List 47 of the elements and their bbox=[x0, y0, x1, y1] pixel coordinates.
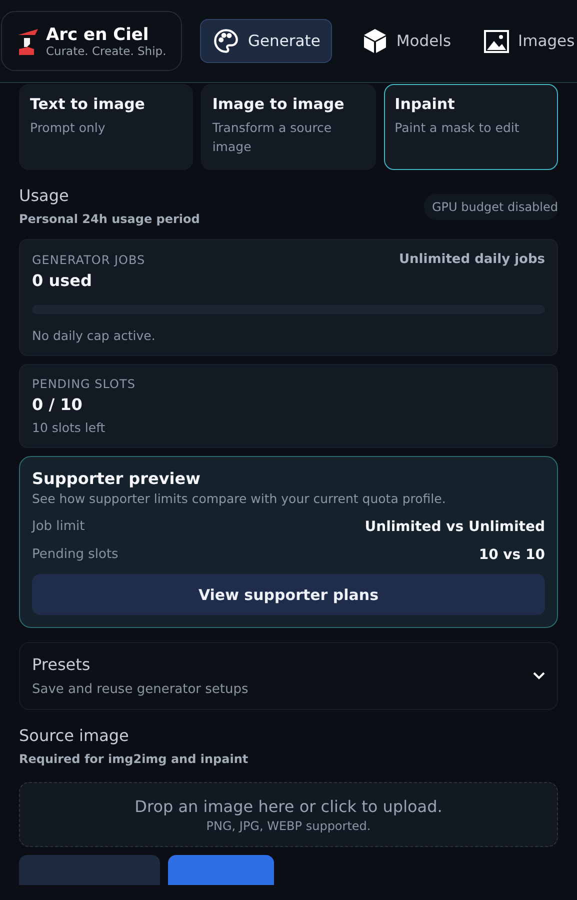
mode-description: Transform a source image bbox=[212, 119, 333, 156]
chevron-icon bbox=[533, 672, 545, 680]
section-subtitle: Personal 24h usage period bbox=[19, 212, 200, 226]
card-title: Supporter preview bbox=[32, 469, 202, 488]
limit-value: 10 vs 10 bbox=[478, 547, 545, 563]
palette-icon bbox=[213, 28, 239, 54]
nav-tab[interactable]: Models bbox=[350, 19, 464, 63]
upload-dropzone[interactable]: Drop an image here or click to upload. PNG, JPG, WEBP supported. bbox=[19, 782, 558, 847]
card-label: GENERATOR JOBS bbox=[32, 252, 146, 266]
brand-name: Arc en Ciel bbox=[46, 24, 150, 44]
dropzone-hint: PNG, JPG, WEBP supported. bbox=[206, 818, 371, 832]
button[interactable] bbox=[19, 855, 160, 885]
mode-card[interactable]: Image to image Transform a source image bbox=[201, 84, 376, 170]
mode-title: Text to image bbox=[30, 95, 146, 113]
usage-value: 0 used bbox=[32, 271, 93, 290]
image-icon bbox=[484, 30, 510, 52]
status-badge: GPU budget disabled bbox=[424, 194, 558, 220]
mode-title: Image to image bbox=[212, 95, 346, 113]
button[interactable] bbox=[168, 855, 274, 885]
dropzone-text: Drop an image here or click to upload. bbox=[134, 796, 442, 816]
panel-title: Presets bbox=[32, 655, 92, 674]
plans-button[interactable]: View supporter plans bbox=[32, 574, 545, 615]
limit-text: Unlimited daily jobs bbox=[398, 252, 545, 267]
section-title: Usage bbox=[19, 186, 70, 205]
nav-tab[interactable]: Images bbox=[471, 19, 577, 63]
limit-label: Job limit bbox=[32, 519, 85, 535]
mode-card[interactable]: Inpaint Paint a mask to edit bbox=[384, 84, 558, 170]
mode-description: Paint a mask to edit bbox=[394, 119, 520, 137]
limit-value: Unlimited vs Unlimited bbox=[364, 519, 545, 535]
brand-tagline: Curate. Create. Ship. bbox=[46, 44, 166, 58]
nav-tab[interactable]: Generate bbox=[200, 19, 332, 63]
card-note: 10 slots left bbox=[32, 420, 106, 435]
usage-value: 0 / 10 bbox=[32, 395, 84, 414]
brand-badge[interactable]: Arc en Ciel Curate. Create. Ship. bbox=[1, 11, 182, 71]
section-title: Source image bbox=[19, 726, 130, 745]
logo-drawing bbox=[16, 27, 40, 55]
card-label: PENDING SLOTS bbox=[32, 377, 136, 391]
section-subtitle: Required for img2img and inpaint bbox=[19, 752, 248, 766]
card-note: No daily cap active. bbox=[32, 328, 156, 343]
card-description: See how supporter limits compare with your current quota profile. bbox=[32, 491, 447, 506]
cube-icon bbox=[363, 28, 388, 54]
panel-subtitle: Save and reuse generator setups bbox=[32, 682, 248, 697]
mode-title: Inpaint bbox=[394, 95, 456, 113]
limit-label: Pending slots bbox=[32, 547, 118, 563]
mode-description: Prompt only bbox=[30, 119, 106, 137]
mode-card[interactable]: Text to image Prompt only bbox=[19, 84, 194, 170]
presets-panel[interactable]: Presets Save and reuse generator setups bbox=[19, 642, 558, 710]
